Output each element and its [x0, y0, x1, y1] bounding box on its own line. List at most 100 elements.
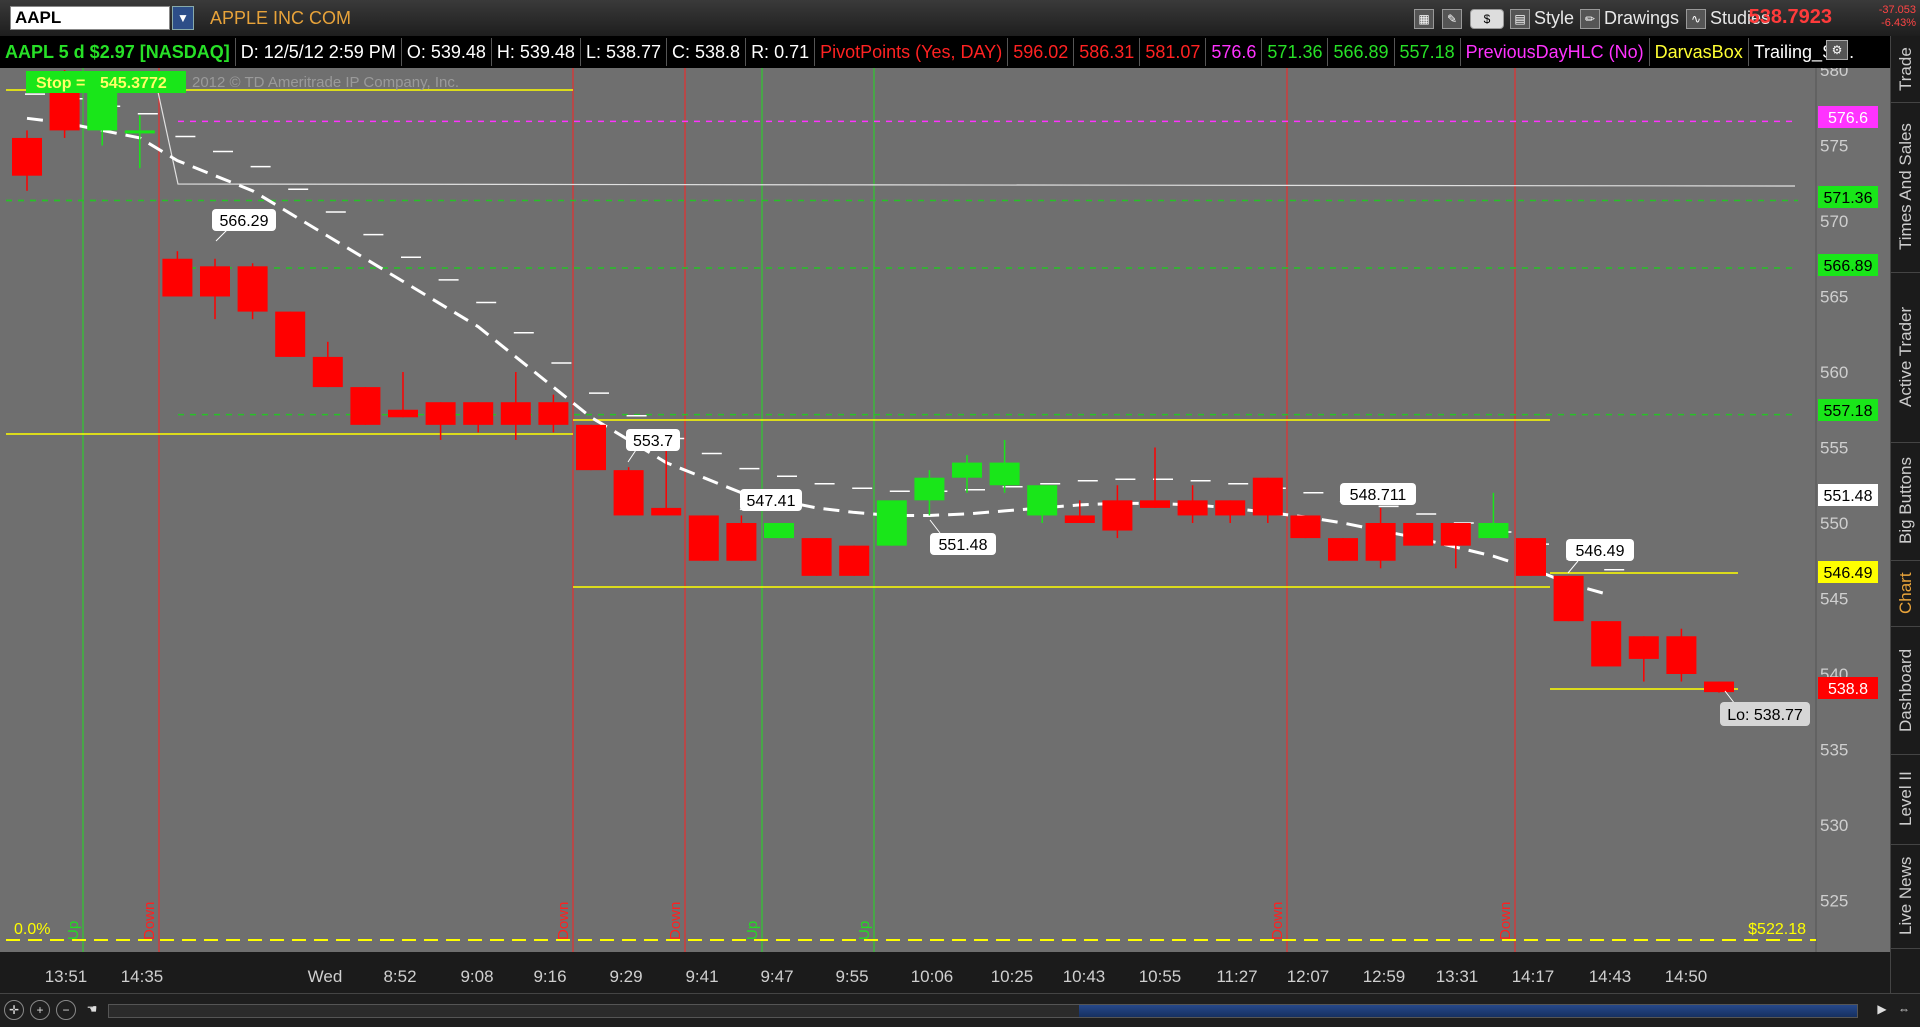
- callout-553-7: 553.7: [633, 433, 673, 450]
- callout-548-711: 548.711: [1350, 487, 1407, 504]
- candle-down: [162, 258, 193, 297]
- candle-down: [425, 402, 456, 425]
- scroll-end-icon[interactable]: ▶: [1872, 1000, 1892, 1020]
- pivot-r2: 586.31: [1074, 38, 1141, 66]
- candle-down: [1102, 500, 1133, 531]
- symbol-input[interactable]: AAPL: [10, 6, 170, 30]
- candle-down: [688, 515, 719, 561]
- last-price: 538.7923: [1748, 6, 1832, 28]
- candle-up: [1478, 523, 1509, 539]
- candle-up: [124, 130, 155, 134]
- y-tick-label: 575: [1820, 137, 1848, 156]
- candle-down: [12, 137, 42, 176]
- price-tag: 571.36: [1818, 186, 1878, 208]
- study-darvas-box[interactable]: DarvasBox: [1650, 38, 1749, 66]
- tab-chart[interactable]: Chart: [1891, 560, 1920, 627]
- price-callout: 547.41: [739, 489, 802, 511]
- bar-low: L: 538.77: [581, 38, 668, 66]
- price-chart[interactable]: 580575570565560555550545540535530525 13:…: [0, 68, 1890, 993]
- candle-down: [576, 424, 606, 471]
- y-tick-label: 525: [1820, 892, 1848, 911]
- tab-times-and-sales[interactable]: Times And Sales: [1891, 102, 1920, 273]
- net-change-percent: -6.43%: [1881, 17, 1916, 29]
- chart-bottom-bar: ✛ + − ☚ ▶ ⇔: [0, 993, 1920, 1027]
- tab-dashboard[interactable]: Dashboard: [1891, 626, 1920, 755]
- study-previous-day-hlc[interactable]: PreviousDayHLC (No): [1461, 38, 1650, 66]
- candle-up: [914, 477, 945, 501]
- y-tick-label: 530: [1820, 816, 1848, 835]
- x-tick-label: 9:47: [760, 967, 793, 986]
- bar-open: O: 539.48: [402, 38, 492, 66]
- symbol-dropdown-button[interactable]: ▼: [172, 6, 194, 30]
- x-tick-label: Wed: [308, 967, 343, 986]
- x-tick-label: 9:41: [685, 967, 718, 986]
- flex-grid-button[interactable]: ▦: [1414, 6, 1438, 30]
- signal-label-down: Down: [141, 902, 158, 940]
- setup-button[interactable]: ✎: [1442, 6, 1466, 30]
- pivot-r3: 596.02: [1008, 38, 1075, 66]
- x-tick-label: 9:08: [460, 967, 493, 986]
- x-tick-label: 13:51: [45, 967, 88, 986]
- candle-down: [388, 409, 418, 418]
- candle-down: [1553, 575, 1584, 622]
- price-tag: 557.18: [1818, 399, 1878, 421]
- chart-settings-icon[interactable]: ⚙: [1826, 40, 1848, 60]
- x-tick-label: 14:17: [1512, 967, 1555, 986]
- scrollbar-thumb[interactable]: [1079, 1005, 1857, 1017]
- candle-down: [1252, 477, 1283, 516]
- tab-trade[interactable]: Trade: [1891, 36, 1920, 103]
- price-tag-571-36: 571.36: [1824, 190, 1873, 207]
- candle-down: [613, 470, 644, 516]
- signal-label-up: Up: [856, 921, 873, 940]
- candle-down: [237, 266, 268, 312]
- y-tick-label: 550: [1820, 514, 1848, 533]
- pivot-r1: 581.07: [1140, 38, 1207, 66]
- dollar-button[interactable]: $: [1470, 6, 1508, 30]
- y-tick-label: 560: [1820, 363, 1848, 382]
- pivot-s3: 557.18: [1395, 38, 1461, 66]
- price-tag-566-89: 566.89: [1824, 258, 1873, 275]
- expand-icon[interactable]: ⇔: [1894, 1000, 1914, 1020]
- callout-566-29: 566.29: [220, 213, 269, 230]
- net-change: -37.053 -6.43%: [1879, 4, 1916, 30]
- pivot-s2: 566.89: [1328, 38, 1395, 66]
- chart-status-line: AAPL 5 d $2.97 [NASDAQ] D: 12/5/12 2:59 P…: [0, 36, 1920, 69]
- price-callout: 548.711: [1339, 483, 1416, 505]
- candle-down: [801, 538, 832, 576]
- zoom-out-icon[interactable]: −: [56, 1000, 76, 1020]
- y-tick-label: 535: [1820, 741, 1848, 760]
- tab-live-news[interactable]: Live News: [1891, 844, 1920, 949]
- tab-level-ii[interactable]: Level II: [1891, 754, 1920, 845]
- time-scrollbar[interactable]: [108, 1004, 1858, 1018]
- symbol-info: AAPL 5 d $2.97 [NASDAQ]: [0, 38, 236, 66]
- study-pivot-points[interactable]: PivotPoints (Yes, DAY): [815, 38, 1009, 66]
- price-tag-546-49: 546.49: [1824, 565, 1873, 582]
- hand-cursor-icon[interactable]: ☚: [82, 1000, 102, 1020]
- candle-down: [1177, 500, 1208, 516]
- signal-label-down: Down: [1497, 902, 1514, 940]
- candle-down: [49, 92, 80, 131]
- drawings-button[interactable]: ✏ Drawings: [1580, 6, 1679, 30]
- zoom-in-icon[interactable]: +: [30, 1000, 50, 1020]
- tab-active-trader[interactable]: Active Trader: [1891, 272, 1920, 443]
- pan-icon[interactable]: ✛: [4, 1000, 24, 1020]
- bar-close: C: 538.8: [667, 38, 747, 66]
- tab-big-buttons[interactable]: Big Buttons: [1891, 442, 1920, 561]
- x-tick-label: 9:29: [609, 967, 642, 986]
- signal-label-up: Up: [744, 921, 761, 940]
- price-tag-538-8: 538.8: [1828, 681, 1868, 698]
- candle-down: [1064, 515, 1095, 523]
- x-tick-label: 14:50: [1665, 967, 1708, 986]
- signal-label-up: Up: [65, 921, 82, 940]
- stop-value: 545.3772: [100, 75, 167, 92]
- stop-label: Stop =: [36, 75, 85, 92]
- side-tab-strip: Trade Times And Sales Active Trader Big …: [1890, 36, 1920, 996]
- candle-down: [312, 356, 343, 388]
- candle-up: [952, 462, 982, 478]
- bar-date: D: 12/5/12 2:59 PM: [236, 38, 402, 66]
- style-button[interactable]: ▤ Style: [1510, 6, 1574, 30]
- style-label: Style: [1534, 8, 1575, 28]
- bottom-price-label: $522.18: [1748, 921, 1806, 938]
- candle-down: [839, 545, 870, 576]
- y-tick-label: 555: [1820, 439, 1848, 458]
